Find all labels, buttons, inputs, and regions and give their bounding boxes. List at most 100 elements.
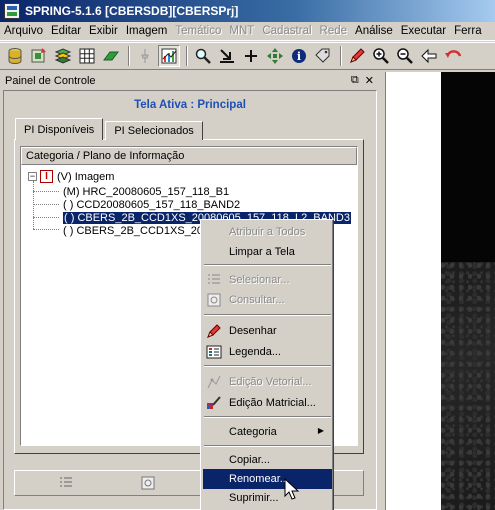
menu-item-consultar[interactable]: Consultar... bbox=[203, 290, 332, 310]
tree-category-imagem[interactable]: − I (V) Imagem bbox=[28, 170, 114, 183]
menu-item-selecionar[interactable]: Selecionar... bbox=[203, 270, 332, 290]
menu-item-label: Copiar... bbox=[229, 454, 270, 466]
satellite-image bbox=[441, 262, 495, 510]
menu-item-label: Desenhar bbox=[229, 325, 277, 337]
tree-item[interactable]: ( ) CBERS_2B_CCD1XS_2008 bbox=[63, 224, 215, 237]
vector-edit-icon bbox=[206, 374, 222, 390]
menu-ferramentas[interactable]: Ferra bbox=[450, 25, 485, 37]
menu-separator bbox=[204, 445, 331, 447]
tree-line bbox=[33, 217, 59, 218]
query-icon bbox=[206, 292, 222, 308]
menu-tematico[interactable]: Temático bbox=[171, 25, 225, 37]
legend-icon bbox=[206, 344, 222, 360]
menu-item-categoria[interactable]: Categoria ▶ bbox=[203, 422, 332, 442]
tab-pi-disponiveis[interactable]: PI Disponíveis bbox=[15, 118, 104, 140]
menu-separator bbox=[204, 264, 331, 266]
chart-icon[interactable] bbox=[158, 45, 180, 67]
zoom-out-icon[interactable] bbox=[394, 45, 416, 67]
menu-item-suprimir[interactable]: Suprimir... bbox=[203, 488, 332, 508]
menu-item-limpar-tela[interactable]: Limpar a Tela bbox=[203, 242, 332, 262]
toolbar-separator bbox=[186, 46, 188, 66]
tree-line bbox=[33, 204, 59, 205]
menu-item-edicao-vetorial[interactable]: Edição Vetorial... bbox=[203, 372, 332, 392]
info-icon[interactable]: i bbox=[288, 45, 310, 67]
menu-item-label: Categoria bbox=[229, 426, 277, 438]
submenu-arrow-icon: ▶ bbox=[317, 426, 324, 435]
tree-item[interactable]: ( ) CCD20080605_157_118_BAND2 bbox=[63, 198, 240, 211]
arrow-corner-icon[interactable] bbox=[216, 45, 238, 67]
grid-icon[interactable] bbox=[76, 45, 98, 67]
menu-cadastral[interactable]: Cadastral bbox=[258, 25, 315, 37]
menu-bar: Arquivo Editar Exibir Imagem Temático MN… bbox=[0, 22, 495, 41]
tree-column-header[interactable]: Categoria / Plano de Informação bbox=[21, 147, 357, 165]
mouse-cursor-icon bbox=[284, 478, 300, 500]
eraser-icon[interactable] bbox=[100, 45, 122, 67]
query-icon[interactable] bbox=[138, 474, 158, 492]
menu-item-label: Atribuir a Todos bbox=[229, 226, 306, 238]
undo-icon[interactable] bbox=[442, 45, 464, 67]
menu-mnt[interactable]: MNT bbox=[225, 25, 258, 37]
menu-item-edicao-matricial[interactable]: Edição Matricial... bbox=[203, 393, 332, 413]
menu-arquivo[interactable]: Arquivo bbox=[0, 25, 47, 37]
menu-separator bbox=[204, 365, 331, 367]
svg-text:i: i bbox=[297, 50, 301, 63]
menu-executar[interactable]: Executar bbox=[397, 25, 450, 37]
database-icon[interactable] bbox=[4, 45, 26, 67]
menu-analise[interactable]: Análise bbox=[351, 25, 397, 37]
menu-item-label: Edição Vetorial... bbox=[229, 376, 312, 388]
menu-item-label: Legenda... bbox=[229, 346, 281, 358]
toolbar-separator bbox=[340, 46, 342, 66]
tree-item-label: (M) HRC_20080605_157_118_B1 bbox=[63, 185, 230, 198]
menu-item-desenhar[interactable]: Desenhar bbox=[203, 321, 332, 341]
menu-item-renomear[interactable]: Renomear... bbox=[203, 469, 332, 489]
menu-item-label: Suprimir... bbox=[229, 492, 279, 504]
image-category-icon: I bbox=[40, 170, 53, 183]
back-arrow-icon[interactable] bbox=[418, 45, 440, 67]
menu-item-label: Consultar... bbox=[229, 294, 285, 306]
panel-title: Painel de Controle bbox=[5, 75, 96, 87]
list-icon[interactable] bbox=[56, 474, 76, 492]
menu-separator bbox=[204, 314, 331, 316]
menu-imagem[interactable]: Imagem bbox=[122, 25, 172, 37]
tab-pi-selecionados[interactable]: PI Selecionados bbox=[105, 121, 203, 140]
tree-item-label: ( ) CBERS_2B_CCD1XS_2008 bbox=[63, 224, 216, 237]
menu-item-copiar[interactable]: Copiar... bbox=[203, 450, 332, 470]
menu-rede[interactable]: Rede bbox=[316, 25, 352, 37]
list-icon bbox=[206, 272, 222, 288]
menu-item-legenda[interactable]: Legenda... bbox=[203, 342, 332, 362]
window-title: SPRING-5.1.6 [CBERSDB][CBERSPrj] bbox=[25, 4, 239, 18]
menu-editar[interactable]: Editar bbox=[47, 25, 85, 37]
panel-tabs: PI Disponíveis PI Selecionados bbox=[15, 118, 205, 140]
pencil-icon[interactable] bbox=[346, 45, 368, 67]
tree-item-label: ( ) CCD20080605_157_118_BAND2 bbox=[63, 198, 241, 211]
pencil-icon bbox=[206, 323, 222, 339]
search-icon[interactable] bbox=[192, 45, 214, 67]
pin-icon[interactable] bbox=[134, 45, 156, 67]
title-bar: SPRING-5.1.6 [CBERSDB][CBERSPrj] bbox=[0, 0, 495, 22]
collapse-icon[interactable]: − bbox=[28, 172, 37, 181]
pan-icon[interactable] bbox=[264, 45, 286, 67]
toolbar-separator bbox=[128, 46, 130, 66]
tree-line bbox=[33, 191, 59, 192]
projects-icon[interactable] bbox=[28, 45, 50, 67]
layers-icon[interactable] bbox=[52, 45, 74, 67]
plus-icon[interactable] bbox=[240, 45, 262, 67]
main-toolbar: i bbox=[0, 42, 495, 70]
menu-separator bbox=[204, 416, 331, 418]
tag-icon[interactable] bbox=[312, 45, 334, 67]
app-icon bbox=[4, 3, 20, 19]
menu-exibir[interactable]: Exibir bbox=[85, 25, 122, 37]
menu-item-label: Selecionar... bbox=[229, 274, 290, 286]
zoom-in-icon[interactable] bbox=[370, 45, 392, 67]
float-panel-icon[interactable]: ⧉ bbox=[351, 74, 359, 87]
context-menu: Atribuir a Todos Limpar a Tela Seleciona… bbox=[200, 219, 334, 510]
menu-item-label: Limpar a Tela bbox=[229, 246, 295, 258]
panel-header: Painel de Controle ⧉ ✕ bbox=[0, 72, 380, 90]
menu-item-label: Edição Matricial... bbox=[229, 397, 316, 409]
menu-item-atribuir-todos[interactable]: Atribuir a Todos bbox=[203, 222, 332, 242]
raster-edit-icon bbox=[206, 395, 222, 411]
menu-item-label: Renomear... bbox=[229, 473, 289, 485]
tree-item[interactable]: (M) HRC_20080605_157_118_B1 bbox=[63, 185, 229, 198]
close-panel-icon[interactable]: ✕ bbox=[365, 74, 374, 87]
active-screen-label: Tela Ativa : Principal bbox=[134, 99, 246, 111]
